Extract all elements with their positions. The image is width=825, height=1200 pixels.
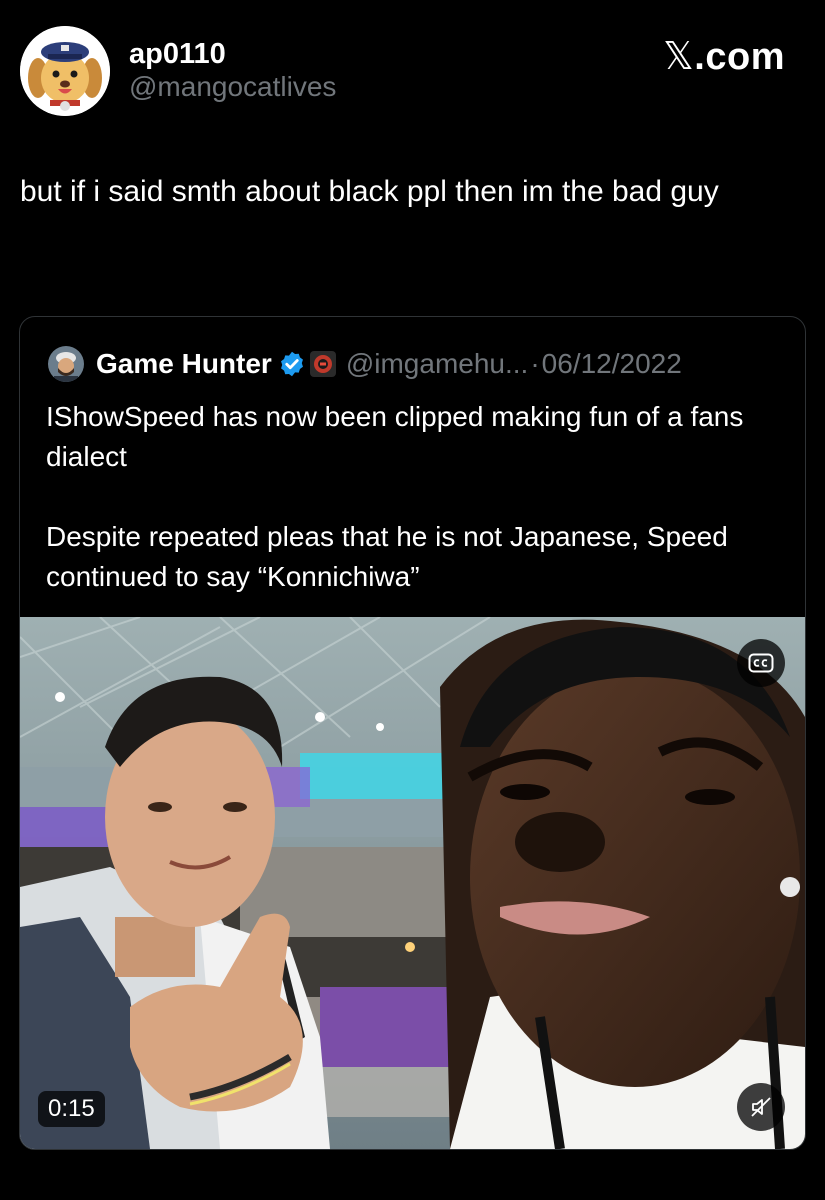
verified-badge-icon (280, 351, 303, 377)
mute-button[interactable] (737, 1083, 785, 1131)
quoted-author-avatar[interactable] (48, 346, 84, 382)
author-avatar[interactable] (20, 26, 110, 116)
video-player[interactable]: 0:15 (20, 617, 805, 1149)
quoted-tweet-paragraph: IShowSpeed has now been clipped making f… (46, 401, 744, 472)
quoted-author-handle[interactable]: @imgamehu... (346, 348, 529, 380)
quoted-author-name[interactable]: Game Hunter (96, 348, 272, 380)
x-com-watermark: 𝕏.com (663, 34, 785, 79)
cc-icon (748, 653, 774, 673)
affiliate-badge-icon (309, 351, 336, 377)
author-handle[interactable]: @mangocatlives (129, 70, 336, 104)
speaker-muted-icon (751, 1097, 771, 1117)
quoted-tweet-header: Game Hunter @imgamehu... · 06/12/2022 (48, 344, 798, 384)
x-logo-icon: 𝕏 (663, 34, 695, 78)
author-names: ap0110 @mangocatlives (129, 38, 336, 104)
video-duration: 0:15 (38, 1091, 105, 1127)
quoted-tweet-text: IShowSpeed has now been clipped making f… (46, 397, 786, 597)
brand-suffix: .com (694, 36, 785, 78)
quoted-tweet-card[interactable]: Game Hunter @imgamehu... · 06/12/2022 IS… (19, 316, 806, 1150)
quoted-tweet-paragraph: Despite repeated pleas that he is not Ja… (46, 521, 728, 592)
separator-dot: · (530, 348, 540, 379)
video-frame (20, 617, 805, 1149)
dog-cartoon-avatar-icon (20, 26, 110, 116)
person-avatar-icon (48, 346, 84, 382)
tweet-header: ap0110 @mangocatlives 𝕏.com (20, 24, 805, 120)
quoted-tweet-date[interactable]: 06/12/2022 (542, 348, 682, 380)
captions-button[interactable] (737, 639, 785, 687)
author-display-name[interactable]: ap0110 (129, 38, 336, 70)
tweet-text: but if i said smth about black ppl then … (20, 175, 719, 208)
